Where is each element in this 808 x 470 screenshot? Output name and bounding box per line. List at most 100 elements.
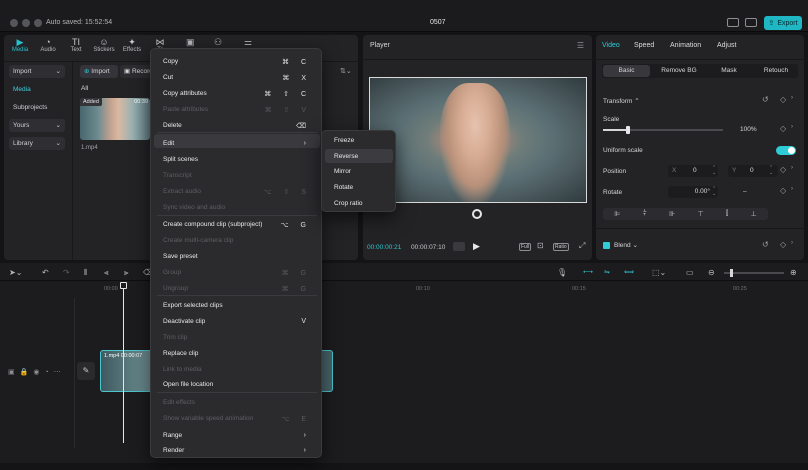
position-x-field[interactable]: X 0 — [668, 165, 718, 177]
ratio-button[interactable]: Ratio — [553, 243, 569, 251]
tab-animation[interactable]: Animation — [670, 42, 701, 49]
visibility-icon[interactable]: ◉ — [33, 369, 44, 376]
close-window-button[interactable] — [10, 19, 18, 27]
menu-item-deactivate-clip[interactable]: Deactivate clip V — [151, 318, 321, 328]
menu-icon[interactable]: ☰ — [577, 41, 584, 50]
align-left-icon[interactable]: ⊫ — [614, 210, 620, 218]
align-center-v-icon[interactable]: ⫿ — [726, 210, 728, 218]
scale-slider-thumb[interactable] — [626, 126, 630, 134]
submenu-item-mirror[interactable]: Mirror — [334, 168, 351, 175]
menu-item-delete[interactable]: Delete ⌫ — [151, 122, 321, 132]
track-cover-icon[interactable]: ▣ — [8, 369, 20, 376]
rotate-handle-icon[interactable] — [472, 209, 482, 219]
blend-heading[interactable]: Blend ⌄ — [614, 241, 638, 249]
keyframe-icon[interactable]: ◇ — [780, 240, 786, 249]
align-top-icon[interactable]: ⊤ — [698, 210, 704, 218]
more-icon[interactable]: ⋯ — [54, 369, 66, 376]
export-button[interactable]: ⇪ Export — [764, 16, 802, 30]
subtab-remove-bg[interactable]: Remove BG — [654, 65, 704, 77]
undo-icon[interactable]: ↶ — [42, 268, 49, 277]
sidebar-item-library[interactable]: Library ⌄ — [9, 137, 65, 150]
menu-item-open-file-location[interactable]: Open file location — [151, 381, 321, 391]
main-track-magnet-icon[interactable]: ⟷ — [583, 268, 593, 276]
menu-item-export-selected-clips[interactable]: Export selected clips — [151, 302, 321, 312]
lock-icon[interactable]: 🔒 — [20, 369, 34, 376]
menu-item-copy[interactable]: Copy ⌘ C — [151, 58, 321, 68]
tab-video[interactable]: Video — [602, 42, 620, 49]
import-button[interactable]: ⊕ Import — [80, 65, 118, 78]
preview-axis-icon[interactable]: ⬚⌄ — [652, 268, 666, 277]
menu-item-copy-attributes[interactable]: Copy attributes ⌘ ⇧ C — [151, 90, 321, 100]
rotate-field[interactable]: 0.00° — [668, 186, 718, 198]
filter-all[interactable]: All — [81, 85, 88, 92]
play-button[interactable]: ▶ — [473, 241, 480, 252]
keyframe-next-icon[interactable]: › — [791, 186, 793, 192]
zoom-slider[interactable] — [724, 269, 784, 277]
mute-icon[interactable]: ◔ — [44, 369, 53, 376]
reset-icon[interactable]: ↺ — [762, 95, 769, 104]
zoom-in-icon[interactable]: ⊕ — [790, 268, 797, 277]
cover-edit-button[interactable]: ✎ — [77, 362, 95, 380]
playhead[interactable] — [123, 283, 124, 443]
split-left-icon[interactable]: ⫷ — [104, 268, 109, 278]
split-icon[interactable]: ⫴ — [84, 268, 87, 278]
select-tool-icon[interactable]: ➤⌄ — [9, 268, 22, 277]
video-preview[interactable] — [369, 77, 587, 203]
scale-slider[interactable] — [603, 126, 723, 134]
media-clip-thumbnail[interactable]: Added 00:39 — [80, 98, 150, 140]
subtab-retouch[interactable]: Retouch — [754, 65, 798, 77]
snapshot-icon[interactable]: ⊡ — [537, 241, 544, 250]
scale-value[interactable]: 100% — [740, 126, 757, 133]
timecode-grid-icon[interactable] — [453, 242, 465, 251]
menu-item-create-compound-clip-subproject[interactable]: Create compound clip (subproject) ⌥ G — [151, 221, 321, 231]
menu-item-cut[interactable]: Cut ⌘ X — [151, 74, 321, 84]
window-mode-icon[interactable] — [745, 18, 757, 27]
fullscreen-icon[interactable]: ⤢ — [579, 241, 585, 251]
rotate-stepper[interactable]: ⌃ ⌄ — [712, 187, 718, 197]
tab-speed[interactable]: Speed — [634, 42, 654, 49]
split-right-icon[interactable]: ⫸ — [124, 268, 129, 278]
menu-item-replace-clip[interactable]: Replace clip — [151, 350, 321, 360]
submenu-item-crop-ratio[interactable]: Crop ratio — [334, 200, 363, 207]
position-x-stepper[interactable]: ⌃ ⌄ — [712, 166, 718, 176]
sidebar-item-subprojects[interactable]: Subprojects — [9, 101, 65, 114]
filters-icon[interactable]: ▣ — [186, 37, 195, 48]
uniform-scale-toggle[interactable] — [776, 146, 796, 155]
keyframe-next-icon[interactable]: › — [791, 165, 793, 171]
redo-icon[interactable]: ↷ — [63, 268, 70, 277]
reset-icon[interactable]: ↺ — [762, 240, 769, 249]
menu-item-range[interactable]: Range › — [151, 432, 321, 442]
menu-item-split-scenes[interactable]: Split scenes — [151, 156, 321, 166]
submenu-item-freeze[interactable]: Freeze — [334, 137, 354, 144]
align-center-h-icon[interactable]: ⫩ — [643, 210, 647, 218]
position-y-stepper[interactable]: ⌃ ⌄ — [769, 166, 775, 176]
minimize-window-button[interactable] — [22, 19, 30, 27]
keyframe-next-icon[interactable]: › — [791, 124, 793, 130]
layout-icon[interactable] — [727, 18, 739, 27]
zoom-out-icon[interactable]: ⊖ — [708, 268, 715, 277]
caption-icon[interactable]: ▭ — [686, 268, 694, 277]
full-quality-button[interactable]: Full — [519, 243, 532, 251]
subtab-basic[interactable]: Basic — [603, 65, 650, 77]
auto-snap-icon[interactable]: ⇋ — [604, 268, 610, 276]
zoom-slider-thumb[interactable] — [730, 269, 733, 277]
templates-icon[interactable]: ⚌ — [244, 37, 252, 48]
sort-icon[interactable]: ⇅⌄ — [340, 67, 352, 75]
subtab-mask[interactable]: Mask — [706, 65, 752, 77]
keyframe-icon[interactable]: ◇ — [780, 165, 786, 174]
adjust-icon[interactable]: ⚇ — [214, 37, 222, 48]
tool-audio[interactable]: ◔ Audio — [35, 37, 61, 53]
submenu-item-rotate[interactable]: Rotate — [334, 184, 353, 191]
sidebar-import[interactable]: Import ⌄ — [9, 65, 65, 78]
blend-checkbox[interactable] — [603, 242, 610, 249]
keyframe-icon[interactable]: ◇ — [780, 124, 786, 133]
keyframe-icon[interactable]: ◇ — [780, 186, 786, 195]
menu-item-render[interactable]: Render › — [151, 447, 321, 457]
sidebar-item-media[interactable]: Media — [9, 83, 65, 96]
align-bottom-icon[interactable]: ⊥ — [751, 210, 757, 218]
tool-media[interactable]: ▶ Media — [7, 37, 33, 53]
microphone-icon[interactable]: 🎙 — [557, 268, 567, 277]
keyframe-icon[interactable]: ◇ — [780, 95, 786, 104]
zoom-window-button[interactable] — [34, 19, 42, 27]
sidebar-item-yours[interactable]: Yours ⌄ — [9, 119, 65, 132]
